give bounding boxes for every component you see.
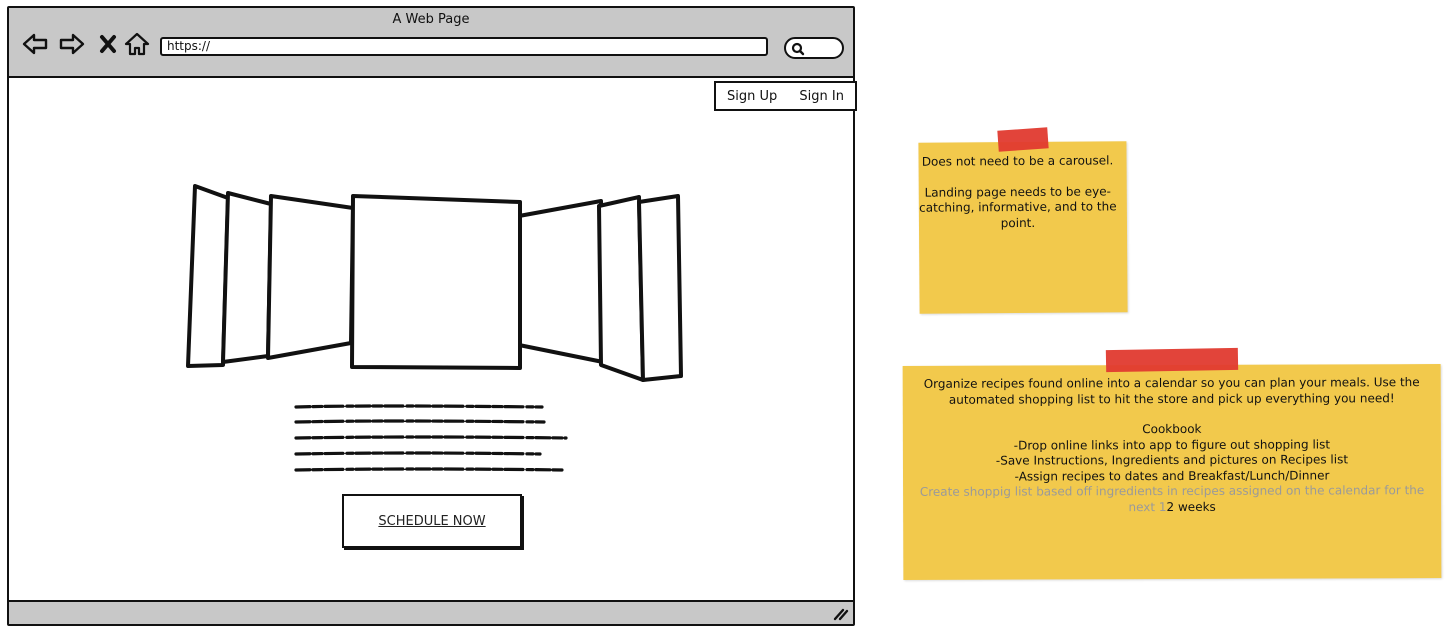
sign-up-link[interactable]: Sign Up bbox=[727, 89, 777, 104]
carousel-slide-center bbox=[350, 194, 522, 370]
tape-strip bbox=[997, 127, 1049, 152]
arrow-right-icon[interactable] bbox=[58, 30, 86, 58]
browser-statusbar bbox=[9, 600, 853, 624]
note-line: Does not need to be a carousel. bbox=[921, 153, 1114, 169]
url-input[interactable]: https:// bbox=[160, 37, 768, 56]
search-button[interactable] bbox=[784, 37, 844, 59]
auth-links: Sign Up Sign In bbox=[714, 81, 857, 111]
carousel-slide-left-2 bbox=[221, 191, 273, 364]
window-title: A Web Page bbox=[392, 12, 470, 27]
note-item: -Assign recipes to dates and Breakfast/L… bbox=[1014, 467, 1330, 484]
sign-in-link[interactable]: Sign In bbox=[799, 89, 844, 104]
carousel-slide-right-1 bbox=[517, 199, 605, 364]
note-line: Landing page needs to be eye-catching, i… bbox=[919, 183, 1117, 230]
schedule-now-button[interactable]: SCHEDULE NOW bbox=[342, 494, 522, 548]
note-item-tail: 2 weeks bbox=[1166, 499, 1216, 514]
resize-grip-icon[interactable] bbox=[833, 607, 849, 621]
sticky-note-carousel: Does not need to be a carousel. Landing … bbox=[918, 141, 1128, 314]
note-intro: Organize recipes found online into a cal… bbox=[923, 375, 1420, 407]
sticky-note-app-description: Organize recipes found online into a cal… bbox=[902, 364, 1442, 580]
note-item: Create shoppig list based off ingredient… bbox=[915, 483, 1429, 516]
carousel-slide-left-1 bbox=[266, 194, 355, 360]
tape-strip bbox=[1105, 347, 1239, 373]
search-icon bbox=[791, 42, 805, 56]
home-icon[interactable] bbox=[123, 30, 151, 58]
note-heading: Cookbook bbox=[1142, 421, 1202, 437]
carousel-slide-right-3 bbox=[637, 194, 683, 382]
note-item: -Drop online links into app to figure ou… bbox=[1013, 436, 1331, 453]
note-item: -Save Instructions, Ingredients and pict… bbox=[995, 452, 1349, 468]
browser-window: A Web Page https:// Sign Up Sign In SCHE… bbox=[7, 6, 857, 626]
arrow-left-icon[interactable] bbox=[21, 30, 49, 58]
browser-titlebar: A Web Page https:// bbox=[9, 8, 853, 78]
image-carousel[interactable] bbox=[183, 180, 683, 390]
carousel-slide-right-2 bbox=[597, 195, 645, 382]
close-icon[interactable] bbox=[96, 30, 124, 58]
placeholder-text bbox=[294, 404, 568, 472]
